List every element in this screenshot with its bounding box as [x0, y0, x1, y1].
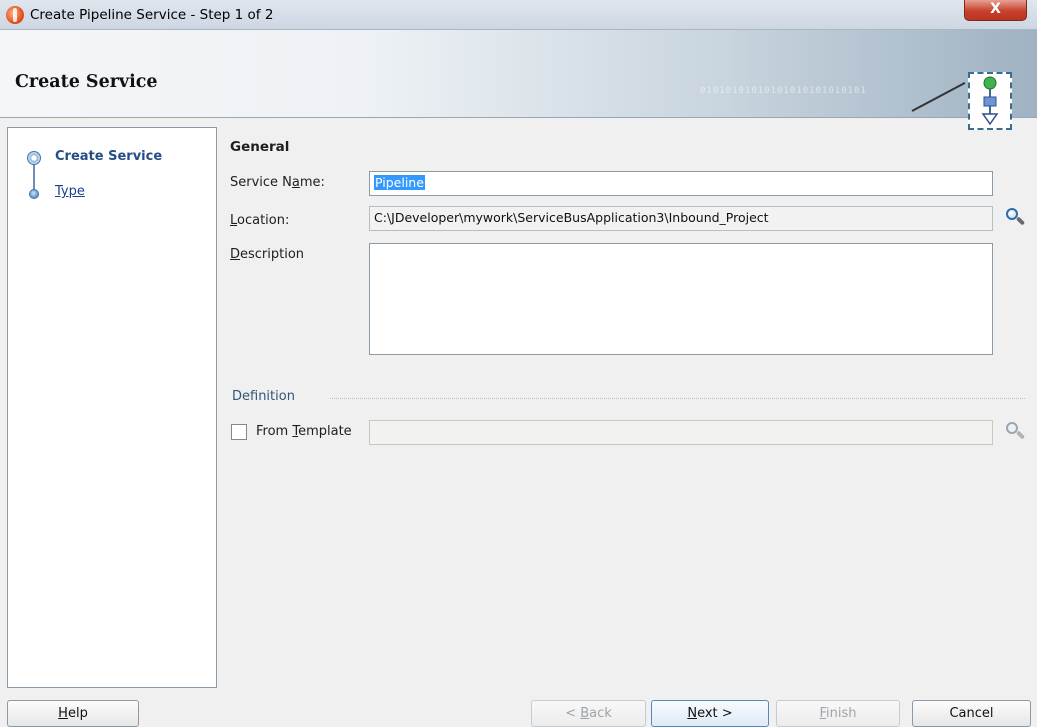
next-button[interactable]: Next >: [651, 700, 769, 727]
template-search-icon[interactable]: [1004, 421, 1026, 443]
step-dot-icon: [29, 189, 39, 199]
description-textarea[interactable]: [369, 243, 993, 355]
template-input[interactable]: [369, 420, 993, 445]
window-title: Create Pipeline Service - Step 1 of 2: [30, 7, 274, 23]
nav-step-label: Create Service: [55, 149, 163, 164]
back-button[interactable]: < Back: [531, 700, 646, 727]
location-label: Location:: [230, 213, 290, 228]
page-title: Create Service: [15, 72, 158, 92]
wizard-icon: [968, 72, 1012, 130]
help-button[interactable]: Help: [7, 700, 139, 727]
from-template-checkbox[interactable]: [231, 424, 247, 440]
service-name-input[interactable]: Pipeline: [369, 171, 993, 196]
header-decoration-line: [911, 81, 966, 112]
app-icon: [6, 6, 24, 24]
service-name-value: Pipeline: [374, 175, 425, 190]
definition-legend: Definition: [232, 389, 295, 404]
section-title-general: General: [230, 139, 290, 155]
from-template-label[interactable]: From Template: [256, 424, 352, 439]
nav-step-label[interactable]: Type: [55, 184, 85, 199]
location-input[interactable]: C:\JDeveloper\mywork\ServiceBusApplicati…: [369, 206, 993, 231]
header-decoration-text: 01010101010101010101010101: [700, 86, 867, 96]
finish-button[interactable]: Finish: [776, 700, 900, 727]
step-active-dot-icon: [27, 151, 41, 165]
wizard-header: Create Service 0101010101010101010101010…: [0, 30, 1037, 130]
description-label: Description: [230, 247, 305, 262]
form-panel: General Service Name: Pipeline Location:…: [220, 127, 1037, 688]
location-search-icon[interactable]: [1004, 207, 1026, 229]
cancel-button[interactable]: Cancel: [912, 700, 1031, 727]
definition-divider: [330, 398, 1025, 399]
close-button[interactable]: X: [964, 0, 1027, 21]
nav-step-type[interactable]: Type: [8, 181, 216, 205]
service-name-label: Service Name:: [230, 175, 325, 190]
nav-step-create-service[interactable]: Create Service: [8, 146, 216, 170]
title-bar: Create Pipeline Service - Step 1 of 2 X: [0, 0, 1037, 30]
wizard-step-navigator: Create Service Type: [7, 127, 217, 688]
